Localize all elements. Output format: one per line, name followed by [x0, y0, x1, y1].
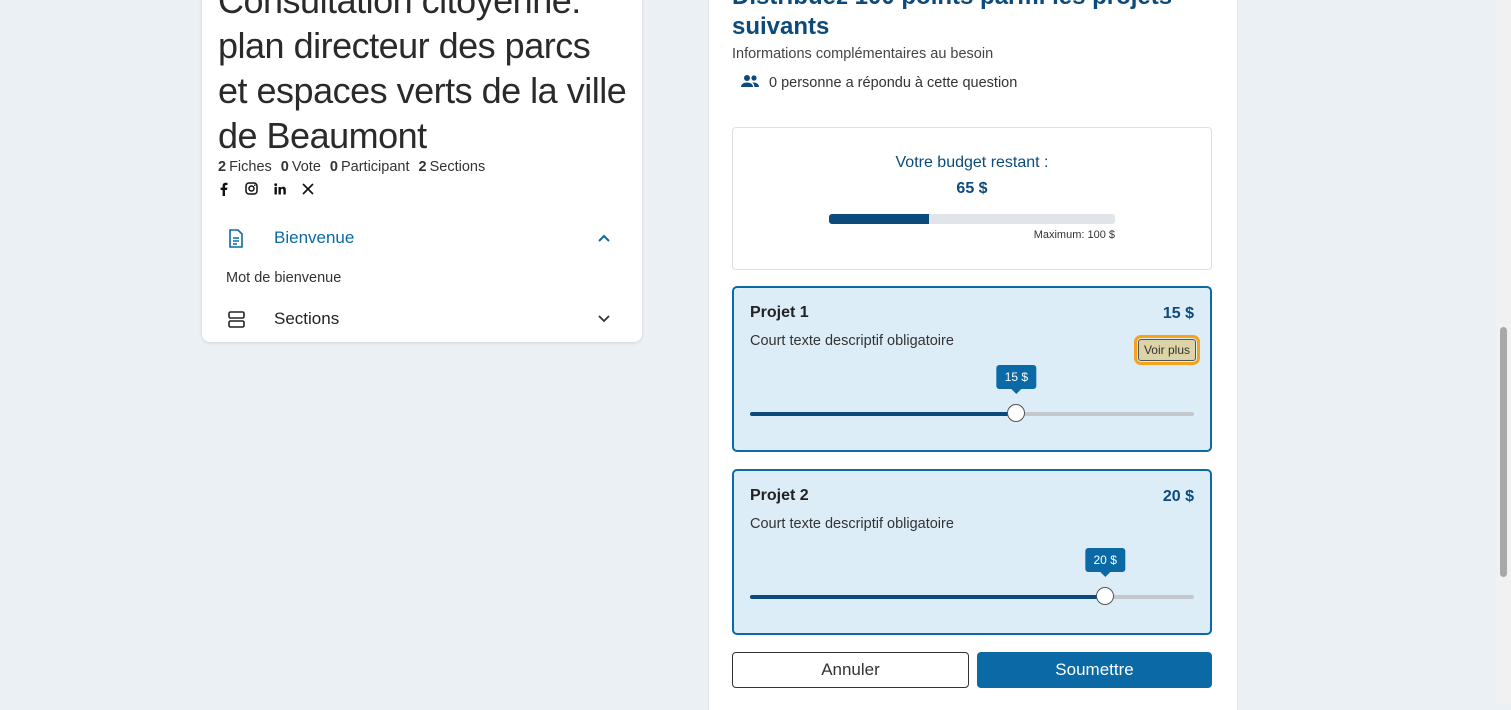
document-icon: [218, 228, 254, 248]
question-help: Informations complémentaires au besoin: [732, 46, 994, 62]
project-amount: 20 $: [1162, 488, 1194, 505]
project-amount: 15 $: [1162, 305, 1194, 322]
project-slider[interactable]: 15 $: [750, 365, 1194, 422]
facebook-icon[interactable]: [216, 181, 231, 196]
stat-fiches: 2 Fiches: [218, 159, 272, 175]
slider-thumb[interactable]: [1096, 587, 1115, 605]
project-description: Court texte descriptif obligatoire: [750, 333, 954, 349]
project-slider[interactable]: 20 $: [750, 548, 1194, 605]
project-name: Projet 1: [750, 304, 809, 321]
consultation-title: Consultation citoyenne: plan directeur d…: [218, 0, 627, 156]
budget-box: Votre budget restant : 65 $ Maximum: 100…: [732, 127, 1212, 270]
budget-max: Maximum: 100 $: [1033, 229, 1115, 241]
stat-sections: 2 Sections: [418, 159, 486, 175]
instagram-icon[interactable]: [244, 181, 259, 196]
chevron-down-icon: [594, 315, 614, 323]
budget-value: 65 $: [956, 180, 988, 197]
question-responses-text: 0 personne a répondu à cette question: [769, 75, 1018, 91]
submit-button[interactable]: Soumettre: [977, 652, 1212, 688]
nav-bienvenue-label: Bienvenue: [274, 228, 355, 247]
budget-progress-fill: [829, 214, 930, 224]
nav-bienvenue[interactable]: Bienvenue: [218, 218, 626, 258]
nav-sections-label: Sections: [274, 309, 340, 328]
slider-thumb[interactable]: [1007, 404, 1026, 422]
chevron-up-icon: [594, 234, 614, 242]
slider-tooltip: 15 $: [996, 365, 1037, 394]
slider-fill: [750, 595, 1106, 599]
project-description: Court texte descriptif obligatoire: [750, 516, 954, 532]
stat-participant: 0 Participant: [329, 159, 410, 175]
x-icon[interactable]: [300, 181, 315, 196]
sections-icon: [218, 310, 254, 328]
question-responses: 0 personne a répondu à cette question: [740, 74, 1017, 92]
nav-subitem-mot-de-bienvenue[interactable]: Mot de bienvenue: [226, 270, 341, 286]
project-card: Projet 2 20 $ Court texte descriptif obl…: [732, 469, 1212, 635]
page-scrollbar[interactable]: [1496, 0, 1511, 703]
voir-plus-button[interactable]: Voir plus: [1133, 335, 1201, 365]
stat-vote: 0 Vote: [280, 159, 321, 175]
social-links: [216, 181, 315, 196]
project-name: Projet 2: [750, 487, 809, 504]
budget-label: Votre budget restant :: [895, 154, 1049, 171]
slider-fill: [750, 412, 1017, 416]
cancel-button[interactable]: Annuler: [732, 652, 969, 688]
scrollbar-thumb[interactable]: [1500, 327, 1507, 577]
slider-tooltip: 20 $: [1085, 548, 1125, 577]
project-card: Projet 1 15 $ Court texte descriptif obl…: [732, 286, 1212, 452]
people-icon: [740, 74, 760, 92]
linkedin-icon[interactable]: [272, 181, 287, 196]
nav-sections[interactable]: Sections: [218, 299, 626, 339]
question-title: Distribuez 100 points parmi les projets …: [732, 0, 1172, 40]
budget-progress: [829, 214, 1115, 224]
consultation-stats: 2 Fiches 0 Vote 0 Participant 2 Sections: [218, 159, 485, 175]
